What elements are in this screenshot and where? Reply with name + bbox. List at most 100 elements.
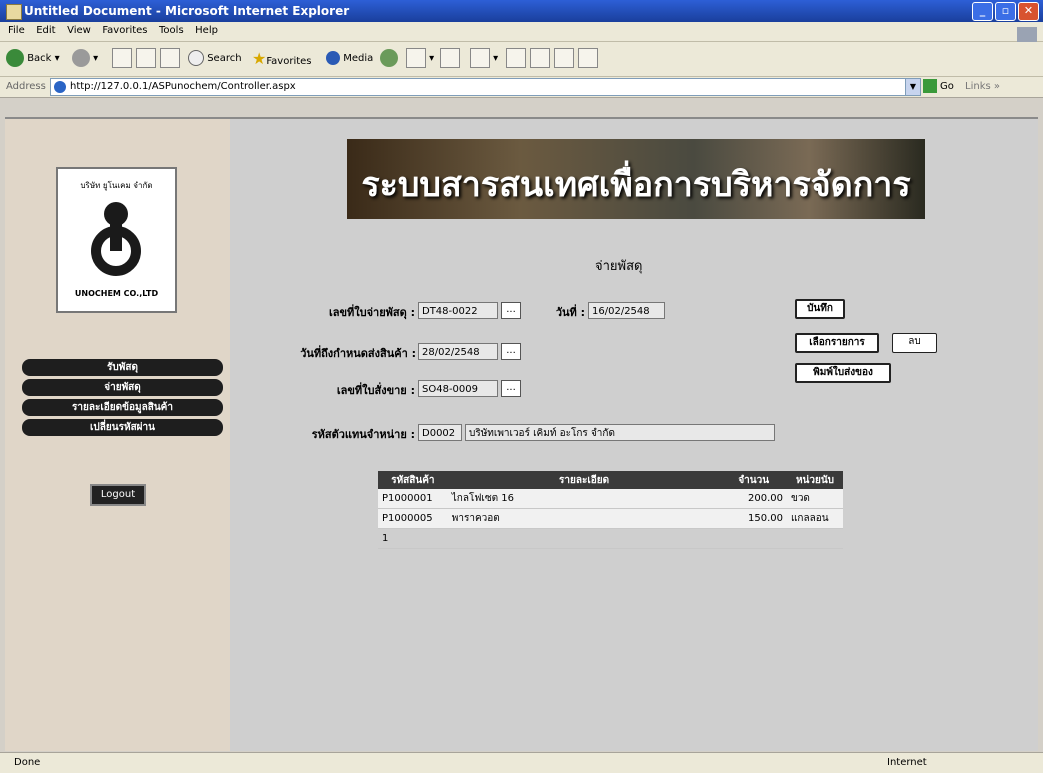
- address-label: Address: [6, 81, 46, 92]
- col-product-code: รหัสสินค้า: [378, 471, 448, 489]
- nav-issue[interactable]: จ่ายพัสดุ: [22, 379, 223, 396]
- window-title: Untitled Document - Microsoft Internet E…: [24, 4, 350, 18]
- sidebar: บริษัท ยูโนเคม จำกัด UNOCHEM CO.,LTD รับ…: [5, 119, 230, 751]
- nav-change-password[interactable]: เปลี่ยนรหัสผ่าน: [22, 419, 223, 436]
- discuss-button[interactable]: [506, 48, 526, 70]
- media-icon: [326, 51, 340, 65]
- menu-help[interactable]: Help: [195, 25, 218, 36]
- forward-arrow-icon: [72, 49, 90, 67]
- history-button[interactable]: [380, 48, 398, 70]
- close-button[interactable]: ✕: [1018, 2, 1039, 21]
- search-icon: [188, 50, 204, 66]
- page-title: จ่ายพัสดุ: [595, 259, 643, 274]
- menu-tools[interactable]: Tools: [159, 25, 184, 36]
- toolbar: Back ▾ ▾ Search ★Favorites Media ▾ ▾: [0, 42, 1043, 77]
- cell-description: ไกลโฟเซต 16: [447, 489, 721, 509]
- address-input[interactable]: http://127.0.0.1/ASPunochem/Controller.a…: [50, 78, 907, 96]
- date-label: วันที่ :: [555, 306, 585, 319]
- windows-logo-icon: [1017, 27, 1037, 42]
- logo-company-english: UNOCHEM CO.,LTD: [74, 289, 159, 298]
- table-pager-link[interactable]: 1: [378, 528, 843, 549]
- minimize-button[interactable]: _: [972, 2, 993, 21]
- cell-product-code: P1000001: [378, 489, 448, 509]
- mail-button[interactable]: ▾: [406, 48, 434, 70]
- menu-edit[interactable]: Edit: [36, 25, 55, 36]
- col-description: รายละเอียด: [447, 471, 721, 489]
- discuss-icon: [506, 48, 526, 68]
- menu-bar: File Edit View Favorites Tools Help: [0, 22, 1043, 42]
- stop-button[interactable]: [112, 48, 132, 70]
- address-dropdown-button[interactable]: ▼: [905, 78, 921, 96]
- cell-description: พาราควอต: [447, 508, 721, 529]
- due-date-lookup-button[interactable]: ...: [501, 343, 521, 360]
- page-content: บริษัท ยูโนเคม จำกัด UNOCHEM CO.,LTD รับ…: [5, 117, 1038, 751]
- save-button[interactable]: บันทึก: [795, 299, 845, 319]
- mail-icon: [406, 48, 426, 68]
- refresh-button[interactable]: [136, 48, 156, 70]
- banner-image: ระบบสารสนเทศเพื่อการบริหารจัดการ: [347, 139, 925, 219]
- print-button[interactable]: [440, 48, 460, 70]
- due-date-label: วันที่ถึงกำหนดส่งสินค้า :: [300, 347, 416, 360]
- status-text: Done: [14, 757, 41, 768]
- sales-order-label: เลขที่ใบสั่งขาย :: [336, 384, 415, 397]
- items-table: รหัสสินค้า รายละเอียด จำนวน หน่วยนับ P10…: [378, 471, 843, 549]
- history-icon: [380, 49, 398, 67]
- banner-title: ระบบสารสนเทศเพื่อการบริหารจัดการ: [361, 165, 911, 205]
- doc-no-label: เลขที่ใบจ่ายพัสดุ :: [328, 306, 415, 319]
- nav-receive[interactable]: รับพัสดุ: [22, 359, 223, 376]
- due-date-field[interactable]: 28/02/2548: [418, 343, 498, 360]
- status-bar: Done Internet: [0, 752, 1043, 773]
- forward-button[interactable]: ▾: [72, 48, 98, 70]
- doc-no-field[interactable]: DT48-0022: [418, 302, 498, 319]
- tools-icon: [578, 48, 598, 68]
- menu-view[interactable]: View: [67, 25, 91, 36]
- research-button[interactable]: [530, 48, 550, 70]
- document-icon: [6, 4, 22, 20]
- doc-no-lookup-button[interactable]: ...: [501, 302, 521, 319]
- cell-quantity: 150.00: [720, 508, 787, 529]
- media-button[interactable]: Media: [326, 48, 373, 70]
- cell-unit: ขวด: [786, 489, 843, 509]
- select-items-button[interactable]: เลือกรายการ: [795, 333, 879, 353]
- rep-code-field[interactable]: D0002: [418, 424, 462, 441]
- menu-favorites[interactable]: Favorites: [102, 25, 147, 36]
- table-row[interactable]: P1000005 พาราควอต 150.00 แกลลอน: [378, 508, 843, 529]
- delete-button[interactable]: ลบ: [892, 333, 937, 353]
- links-button[interactable]: Links »: [965, 81, 1000, 92]
- research-icon: [530, 48, 550, 68]
- logout-button[interactable]: Logout: [90, 484, 146, 506]
- tools-button[interactable]: [578, 48, 598, 70]
- edit-icon: [470, 48, 490, 68]
- date-field[interactable]: 16/02/2548: [588, 302, 665, 319]
- menu-file[interactable]: File: [8, 25, 25, 36]
- printer-icon: [440, 48, 460, 68]
- print-delivery-button[interactable]: พิมพ์ใบส่งของ: [795, 363, 891, 383]
- sales-order-field[interactable]: SO48-0009: [418, 380, 498, 397]
- title-bar: Untitled Document - Microsoft Internet E…: [0, 0, 1043, 22]
- messenger-icon: [554, 48, 574, 68]
- nav-product-details[interactable]: รายละเอียดข้อมูลสินค้า: [22, 399, 223, 416]
- go-button[interactable]: Go: [923, 79, 954, 93]
- sales-order-lookup-button[interactable]: ...: [501, 380, 521, 397]
- cell-unit: แกลลอน: [786, 508, 843, 529]
- back-button[interactable]: Back ▾: [6, 48, 60, 70]
- security-zone: Internet: [887, 757, 927, 768]
- edit-button[interactable]: ▾: [470, 48, 498, 70]
- table-row[interactable]: P1000001 ไกลโฟเซต 16 200.00 ขวด: [378, 489, 843, 509]
- logo-company-name: บริษัท ยูโนเคม จำกัด: [80, 181, 153, 190]
- home-button[interactable]: [160, 48, 180, 70]
- col-unit: หน่วยนับ: [786, 471, 843, 489]
- company-logo: บริษัท ยูโนเคม จำกัด UNOCHEM CO.,LTD: [56, 167, 177, 313]
- col-quantity: จำนวน: [720, 471, 787, 489]
- rep-name-field[interactable]: บริษัทเพาเวอร์ เคิมท์ อะโกร จำกัด: [465, 424, 775, 441]
- star-icon: ★: [252, 49, 267, 68]
- ie-page-icon: [54, 81, 66, 93]
- messenger-button[interactable]: [554, 48, 574, 70]
- maximize-button[interactable]: ▫: [995, 2, 1016, 21]
- favorites-button[interactable]: ★Favorites: [252, 48, 312, 70]
- go-arrow-icon: [923, 79, 937, 93]
- stop-icon: [112, 48, 132, 68]
- address-bar: Address http://127.0.0.1/ASPunochem/Cont…: [0, 77, 1043, 98]
- search-button[interactable]: Search: [188, 48, 242, 70]
- cell-product-code: P1000005: [378, 508, 448, 529]
